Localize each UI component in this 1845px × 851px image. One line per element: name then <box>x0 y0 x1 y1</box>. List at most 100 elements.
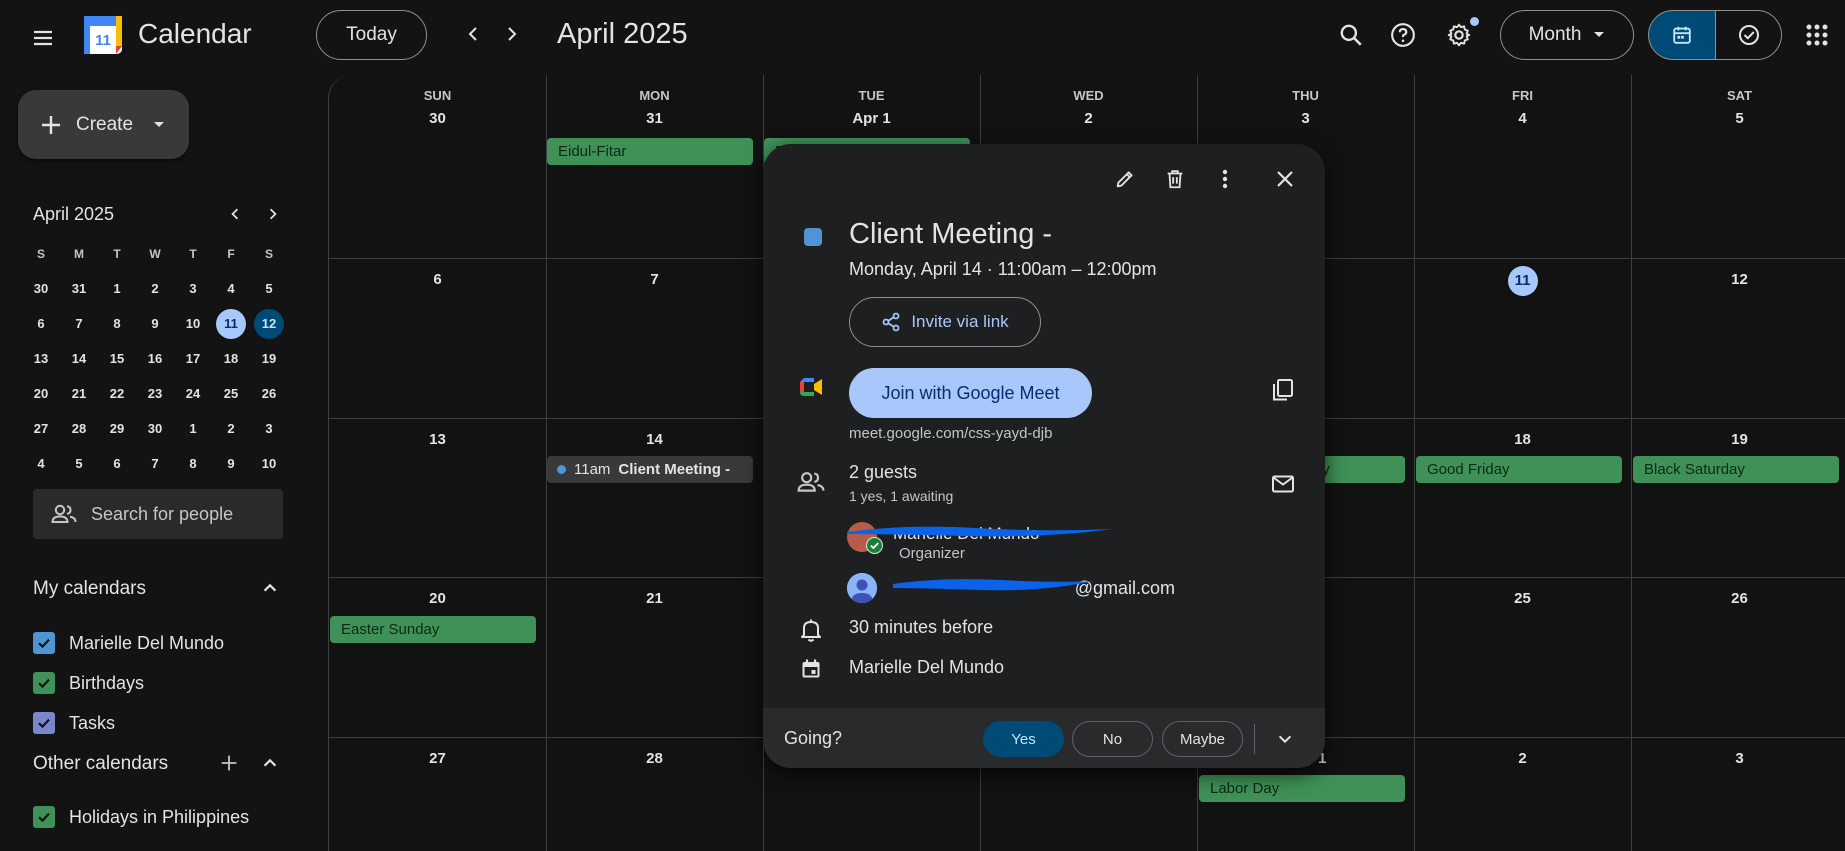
join-google-meet-button[interactable]: Join with Google Meet <box>849 368 1092 418</box>
grid-day-number[interactable]: 19 <box>1631 431 1845 448</box>
grid-day-number[interactable]: 3 <box>1197 110 1414 127</box>
mini-calendar-day[interactable]: 29 <box>98 414 136 444</box>
mini-calendar-day[interactable]: 3 <box>250 414 288 444</box>
mini-calendar-day[interactable]: 30 <box>136 414 174 444</box>
grid-day-number[interactable]: 6 <box>329 271 546 288</box>
next-month-button[interactable] <box>493 15 531 53</box>
mini-calendar-day[interactable]: 28 <box>60 414 98 444</box>
grid-day-number[interactable]: 28 <box>546 750 763 767</box>
mini-calendar-day[interactable]: 18 <box>212 344 250 374</box>
mini-calendar-day[interactable]: 6 <box>22 309 60 339</box>
mini-calendar-day[interactable]: 1 <box>98 274 136 304</box>
event-easter-sunday[interactable]: Easter Sunday <box>330 616 536 643</box>
email-guests-button[interactable] <box>1263 464 1303 504</box>
mini-calendar-day[interactable]: 1 <box>174 414 212 444</box>
mini-calendar-next-button[interactable] <box>260 201 286 227</box>
rsvp-no-button[interactable]: No <box>1072 721 1153 757</box>
rsvp-yes-button[interactable]: Yes <box>983 721 1064 757</box>
checkbox[interactable] <box>33 672 55 694</box>
mini-calendar-day[interactable]: 5 <box>250 274 288 304</box>
grid-day-number[interactable]: 2 <box>1414 750 1631 767</box>
mini-calendar-day[interactable]: 27 <box>22 414 60 444</box>
grid-day-number[interactable]: 26 <box>1631 590 1845 607</box>
mini-calendar-day[interactable]: 8 <box>174 449 212 479</box>
more-options-button[interactable] <box>1205 159 1245 199</box>
calendar-list-item[interactable]: Birthdays <box>33 663 224 703</box>
grid-day-number[interactable]: 25 <box>1414 590 1631 607</box>
edit-event-button[interactable] <box>1105 159 1145 199</box>
calendar-view-toggle[interactable] <box>1648 10 1715 60</box>
event-labor-day[interactable]: Labor Day <box>1199 775 1405 802</box>
mini-calendar-day[interactable]: 31 <box>60 274 98 304</box>
rsvp-options-button[interactable] <box>1267 721 1303 757</box>
other-calendars-collapse-button[interactable] <box>256 749 284 777</box>
mini-calendar-day[interactable]: 12 <box>250 308 288 339</box>
mini-calendar-day[interactable]: 22 <box>98 379 136 409</box>
mini-calendar-day[interactable]: 9 <box>136 309 174 339</box>
view-selector[interactable]: Month <box>1500 10 1634 60</box>
help-button[interactable] <box>1381 13 1425 57</box>
mini-calendar-day[interactable]: 11 <box>212 308 250 339</box>
mini-calendar-day[interactable]: 2 <box>212 414 250 444</box>
mini-calendar-day[interactable]: 7 <box>136 449 174 479</box>
grid-day-number[interactable]: 11 <box>1414 266 1631 296</box>
rsvp-maybe-button[interactable]: Maybe <box>1162 721 1243 757</box>
google-apps-button[interactable] <box>1795 13 1839 57</box>
other-calendars-title[interactable]: Other calendars <box>33 753 168 775</box>
mini-calendar-day[interactable]: 9 <box>212 449 250 479</box>
mini-calendar-day[interactable]: 4 <box>22 449 60 479</box>
event-black-saturday[interactable]: Black Saturday <box>1633 456 1839 483</box>
grid-day-number[interactable]: Apr 1 <box>763 110 980 127</box>
calendar-list-item[interactable]: Tasks <box>33 703 224 743</box>
invite-via-link-button[interactable]: Invite via link <box>849 297 1041 347</box>
grid-day-number[interactable]: 21 <box>546 590 763 607</box>
mini-calendar-day[interactable]: 17 <box>174 344 212 374</box>
mini-calendar-day[interactable]: 20 <box>22 379 60 409</box>
grid-day-number[interactable]: 5 <box>1631 110 1845 127</box>
tasks-view-toggle[interactable] <box>1715 10 1782 60</box>
search-people-field[interactable]: Search for people <box>33 489 283 539</box>
mini-calendar-day[interactable]: 25 <box>212 379 250 409</box>
mini-calendar-day[interactable]: 14 <box>60 344 98 374</box>
grid-day-number[interactable]: 2 <box>980 110 1197 127</box>
copy-meet-link-button[interactable] <box>1263 370 1303 410</box>
mini-calendar-day[interactable]: 8 <box>98 309 136 339</box>
mini-calendar-day[interactable]: 30 <box>22 274 60 304</box>
checkbox[interactable] <box>33 632 55 654</box>
grid-day-number[interactable]: 3 <box>1631 750 1845 767</box>
mini-calendar-day[interactable]: 10 <box>174 309 212 339</box>
calendar-list-item[interactable]: Marielle Del Mundo <box>33 623 224 663</box>
mini-calendar-day[interactable]: 26 <box>250 379 288 409</box>
search-button[interactable] <box>1329 13 1373 57</box>
add-other-calendar-button[interactable] <box>215 749 243 777</box>
grid-day-number[interactable]: 27 <box>329 750 546 767</box>
grid-day-number[interactable]: 13 <box>329 431 546 448</box>
event-client-meeting[interactable]: 11am Client Meeting - <box>547 456 753 483</box>
grid-day-number[interactable]: 14 <box>546 431 763 448</box>
grid-day-number[interactable]: 31 <box>546 110 763 127</box>
close-popup-button[interactable] <box>1265 159 1305 199</box>
mini-calendar-day[interactable]: 3 <box>174 274 212 304</box>
mini-calendar-day[interactable]: 10 <box>250 449 288 479</box>
calendar-list-item[interactable]: Holidays in Philippines <box>33 797 249 837</box>
create-button[interactable]: Create <box>18 90 189 159</box>
my-calendars-title[interactable]: My calendars <box>33 578 146 600</box>
mini-calendar-day[interactable]: 19 <box>250 344 288 374</box>
mini-calendar-day[interactable]: 13 <box>22 344 60 374</box>
main-menu-button[interactable] <box>22 17 64 59</box>
checkbox[interactable] <box>33 712 55 734</box>
mini-calendar-day[interactable]: 7 <box>60 309 98 339</box>
mini-calendar-prev-button[interactable] <box>222 201 248 227</box>
grid-day-number[interactable]: 12 <box>1631 271 1845 288</box>
grid-day-number[interactable]: 4 <box>1414 110 1631 127</box>
meet-link[interactable]: meet.google.com/css-yayd-djb <box>849 425 1052 442</box>
event-eidul-fitar[interactable]: Eidul-Fitar <box>547 138 753 165</box>
delete-event-button[interactable] <box>1155 159 1195 199</box>
my-calendars-collapse-button[interactable] <box>256 574 284 602</box>
mini-calendar-day[interactable]: 21 <box>60 379 98 409</box>
mini-calendar-day[interactable]: 4 <box>212 274 250 304</box>
mini-calendar-day[interactable]: 2 <box>136 274 174 304</box>
grid-day-number[interactable]: 30 <box>329 110 546 127</box>
mini-calendar-day[interactable]: 6 <box>98 449 136 479</box>
today-button[interactable]: Today <box>316 10 427 60</box>
